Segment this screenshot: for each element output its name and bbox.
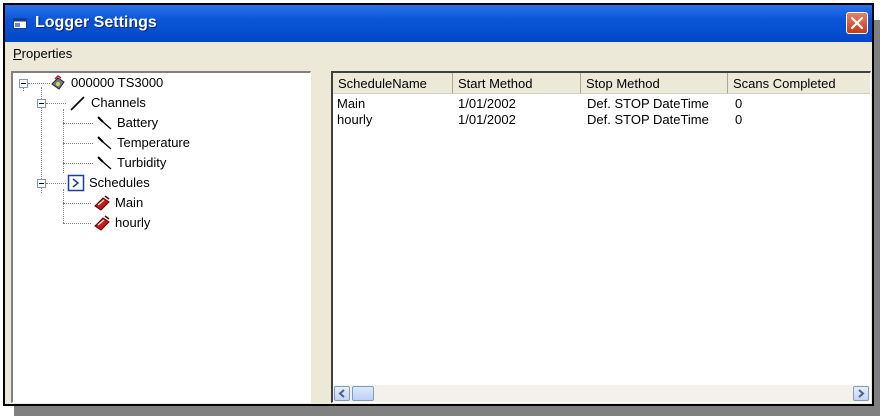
table-row[interactable]: Main 1/01/2002 Def. STOP DateTime 0	[333, 96, 870, 112]
tree-root-label: 000000 TS3000	[71, 75, 164, 90]
tree-connector	[63, 123, 93, 124]
probe-icon	[97, 136, 112, 150]
schedule-list-view[interactable]: ScheduleName Start Method Stop Method Sc…	[331, 71, 871, 403]
chevron-left-icon	[338, 389, 345, 398]
cell-start-method: 1/01/2002	[458, 96, 516, 111]
cell-scans-completed: 0	[735, 112, 743, 127]
tree-turbidity-label: Turbidity	[117, 155, 167, 170]
cell-stop-method: Def. STOP DateTime	[587, 96, 709, 111]
menu-properties[interactable]: Properties	[13, 46, 72, 61]
cell-schedule-name: hourly	[337, 112, 373, 127]
menu-properties-label: roperties	[21, 46, 73, 61]
probe-icon	[97, 116, 112, 130]
channels-expander[interactable]	[37, 99, 46, 108]
tree-connector	[63, 223, 91, 224]
close-button[interactable]	[846, 12, 868, 34]
tree-connector	[46, 103, 66, 104]
horizontal-scrollbar[interactable]	[333, 385, 870, 402]
scroll-thumb[interactable]	[352, 386, 374, 401]
title-bar[interactable]: Logger Settings	[5, 5, 872, 42]
menu-properties-accelerator: P	[13, 46, 22, 61]
logger-device-icon	[51, 75, 65, 90]
tree-connector	[63, 143, 93, 144]
logger-settings-window: Logger Settings Properties 000000 TS3000…	[3, 3, 874, 406]
tree-temperature-label: Temperature	[117, 135, 190, 150]
tree-channels-label: Channels	[91, 95, 146, 110]
tree-main-label: Main	[115, 195, 144, 210]
schedules-expander[interactable]	[37, 179, 46, 188]
column-header-scans-completed[interactable]: Scans Completed	[728, 73, 870, 94]
scroll-left-button[interactable]	[334, 386, 350, 401]
tree-connector	[63, 163, 93, 164]
root-expander[interactable]	[19, 79, 28, 88]
tree-battery-label: Battery	[117, 115, 159, 130]
column-header-start-method[interactable]: Start Method	[453, 73, 581, 94]
tree-connector	[63, 189, 64, 223]
tree-panel[interactable]: 000000 TS3000 Channels Battery Temperatu…	[11, 71, 311, 403]
schedule-item-icon	[94, 195, 110, 211]
channels-icon	[70, 96, 85, 111]
tree-hourly-label: hourly	[115, 215, 151, 230]
column-header-stop-method[interactable]: Stop Method	[581, 73, 728, 94]
cell-start-method: 1/01/2002	[458, 112, 516, 127]
window-title: Logger Settings	[35, 14, 157, 31]
window-icon	[13, 18, 27, 29]
tree-connector	[28, 83, 50, 84]
tree-connector	[63, 203, 91, 204]
chevron-right-icon	[858, 389, 865, 398]
tree-connector	[46, 183, 66, 184]
probe-icon	[97, 156, 112, 170]
cell-stop-method: Def. STOP DateTime	[587, 112, 709, 127]
column-header-schedule-name[interactable]: ScheduleName	[333, 73, 453, 94]
list-header: ScheduleName Start Method Stop Method Sc…	[333, 73, 870, 94]
scroll-right-button[interactable]	[853, 386, 869, 401]
close-icon	[850, 16, 864, 30]
cell-schedule-name: Main	[337, 96, 366, 111]
tree-schedules-label: Schedules	[89, 175, 150, 190]
schedule-item-icon	[94, 215, 110, 231]
schedule-icon	[67, 174, 85, 192]
table-row[interactable]: hourly 1/01/2002 Def. STOP DateTime 0	[333, 112, 870, 128]
cell-scans-completed: 0	[735, 96, 743, 111]
menu-bar: Properties	[5, 42, 872, 66]
